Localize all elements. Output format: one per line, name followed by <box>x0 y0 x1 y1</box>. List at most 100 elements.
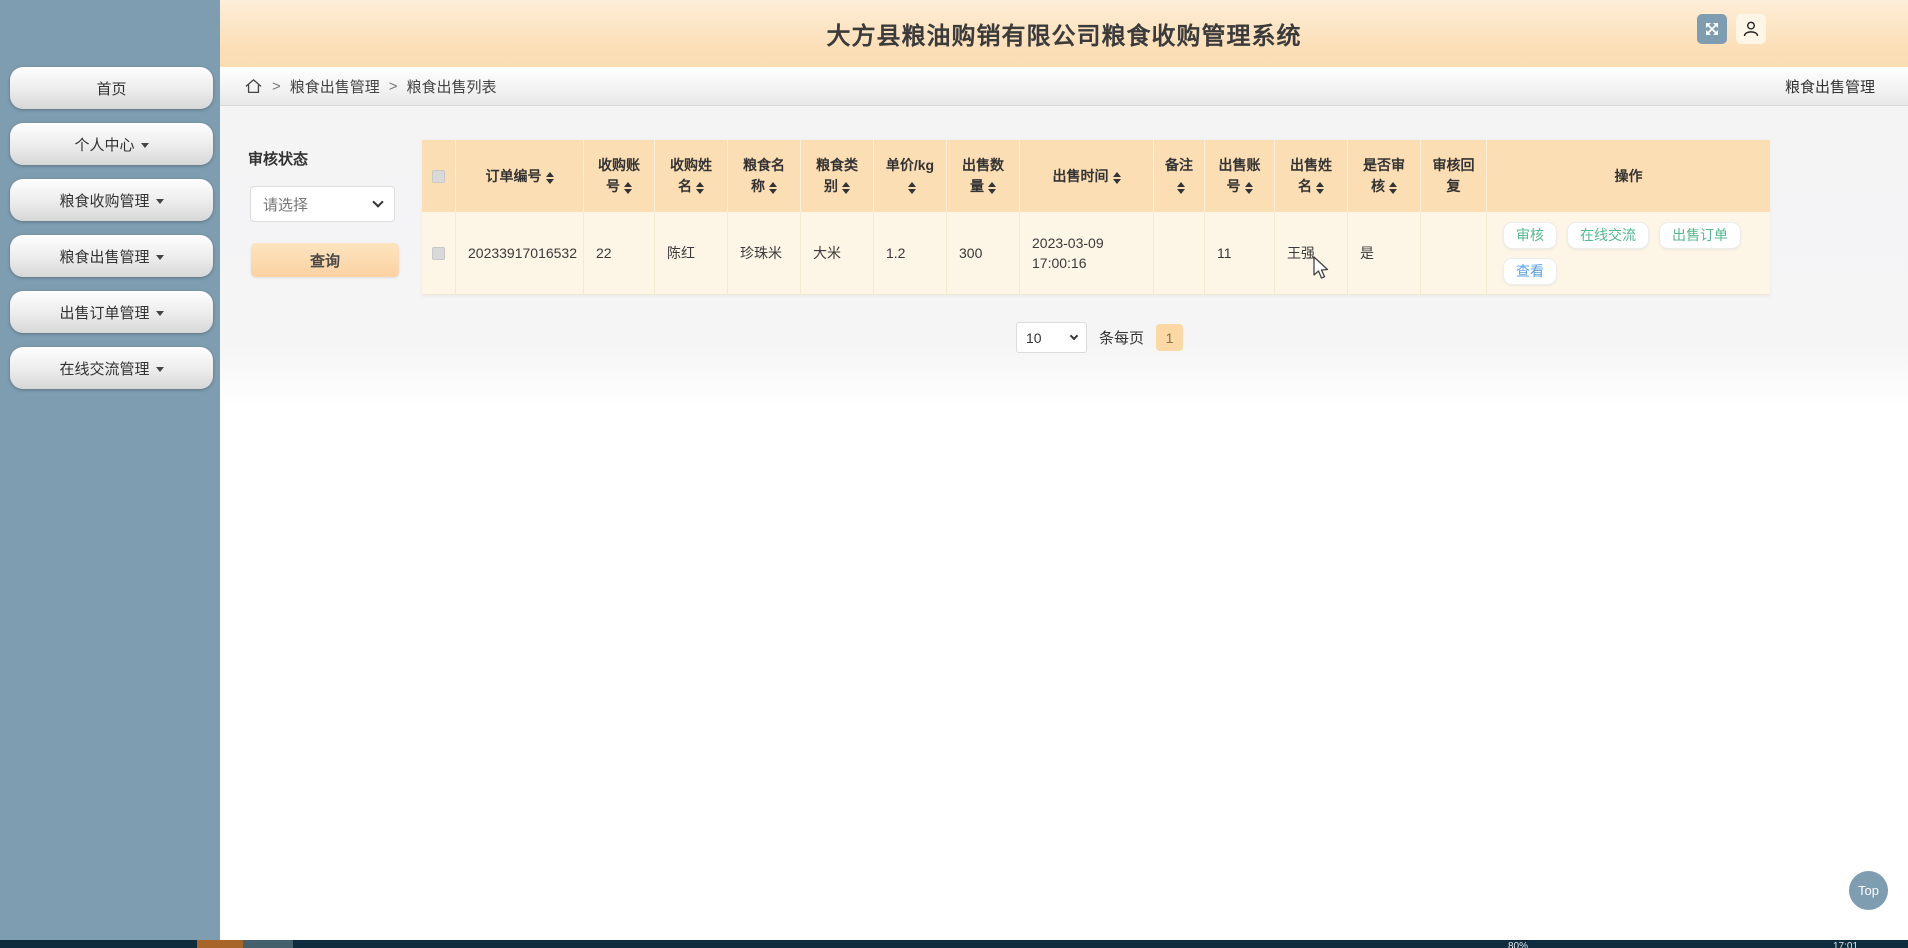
col-header-audited[interactable]: 是否审核 <box>1348 140 1421 212</box>
page-title: 大方县粮油购销有限公司粮食收购管理系统 <box>826 23 1302 50</box>
col-header-grain-type[interactable]: 粮食类别 <box>801 140 874 212</box>
page-button-1[interactable]: 1 <box>1156 324 1184 351</box>
select-all-cell <box>422 140 456 212</box>
cell-quantity: 300 <box>947 212 1020 294</box>
sidebar-item-label: 在线交流管理 <box>59 360 150 378</box>
cell-grain-name: 珍珠米 <box>728 212 801 294</box>
back-to-top-button[interactable]: Top <box>1849 871 1888 910</box>
sidebar-item-label: 个人中心 <box>74 136 135 154</box>
col-header-buy-name[interactable]: 收购姓名 <box>655 140 728 212</box>
select-all-checkbox[interactable] <box>432 169 445 183</box>
fullscreen-button[interactable] <box>1697 14 1727 44</box>
taskbar-clock: 17:01 <box>1833 941 1859 948</box>
taskbar-app-active[interactable] <box>197 940 243 948</box>
sidebar-item-label: 粮食收购管理 <box>59 192 150 210</box>
cell-sell-name: 王强 <box>1275 212 1348 294</box>
per-page-label: 条每页 <box>1099 330 1145 347</box>
sidebar-item-grain-purchase-mgmt[interactable]: 粮食收购管理 <box>10 179 213 221</box>
breadcrumb-separator: > <box>272 77 281 95</box>
table-row: 20233917016532 22 陈红 珍珠米 大米 1.2 300 2023… <box>422 212 1770 295</box>
online-chat-button[interactable]: 在线交流 <box>1567 221 1649 249</box>
audit-status-select-value: 请选择 <box>263 196 309 214</box>
person-icon <box>1743 21 1759 37</box>
col-header-sell-time[interactable]: 出售时间 <box>1020 140 1154 212</box>
sort-icon[interactable] <box>1389 182 1397 194</box>
chevron-down-icon <box>372 196 384 208</box>
caret-down-icon <box>140 142 149 148</box>
fullscreen-expand-icon <box>1706 23 1718 35</box>
sidebar: 首页 个人中心 粮食收购管理 粮食出售管理 出售订单管理 在线交流管理 <box>0 0 220 940</box>
cell-actions: 审核 在线交流 出售订单 查看 <box>1487 212 1770 294</box>
home-icon[interactable] <box>244 77 263 96</box>
cell-buy-name: 陈红 <box>655 212 728 294</box>
cell-sell-time: 2023-03-09 17:00:16 <box>1020 212 1154 294</box>
cell-unit-price: 1.2 <box>874 212 947 294</box>
col-header-sell-account[interactable]: 出售账号 <box>1205 140 1275 212</box>
breadcrumb: > 粮食出售管理 > 粮食出售列表 粮食出售管理 <box>220 67 1908 106</box>
row-checkbox[interactable] <box>432 246 445 260</box>
sort-icon[interactable] <box>769 182 777 194</box>
cell-audited: 是 <box>1348 212 1421 294</box>
col-header-sell-name[interactable]: 出售姓名 <box>1275 140 1348 212</box>
sidebar-item-grain-sale-mgmt[interactable]: 粮食出售管理 <box>10 235 213 277</box>
sort-icon[interactable] <box>842 182 850 194</box>
col-header-quantity[interactable]: 出售数量 <box>947 140 1020 212</box>
sort-icon[interactable] <box>988 182 996 194</box>
caret-down-icon <box>155 254 164 260</box>
page-size-select[interactable]: 10 <box>1016 322 1087 353</box>
cell-grain-type: 大米 <box>801 212 874 294</box>
search-button[interactable]: 查询 <box>251 243 399 277</box>
view-button[interactable]: 查看 <box>1503 257 1557 285</box>
row-select-cell <box>422 212 456 294</box>
taskbar: 80% 17:01 <box>0 940 1908 948</box>
sidebar-item-sale-order-mgmt[interactable]: 出售订单管理 <box>10 291 213 333</box>
cell-remark <box>1154 212 1205 294</box>
sidebar-item-online-chat-mgmt[interactable]: 在线交流管理 <box>10 347 213 389</box>
audit-status-label: 审核状态 <box>248 151 309 168</box>
audit-button[interactable]: 审核 <box>1503 221 1557 249</box>
breadcrumb-grain-sale-list[interactable]: 粮食出售列表 <box>407 76 497 97</box>
grain-sale-table: 订单编号 收购账号 收购姓名 粮食名称 粮食类别 单价/kg 出售数量 出售时间… <box>422 140 1770 295</box>
sort-icon[interactable] <box>696 182 704 194</box>
sort-icon[interactable] <box>1177 182 1185 194</box>
main-content: 审核状态 请选择 查询 订单编号 收购账号 收购姓名 粮食名称 粮食类别 单价/… <box>220 106 1908 940</box>
table-header-row: 订单编号 收购账号 收购姓名 粮食名称 粮食类别 单价/kg 出售数量 出售时间… <box>422 140 1770 212</box>
col-header-audit-reply: 审核回复 <box>1421 140 1487 212</box>
sidebar-item-label: 首页 <box>96 80 127 98</box>
pagination: 10 条每页 1 <box>1016 322 1184 353</box>
chevron-down-icon <box>1069 331 1079 340</box>
sale-order-button[interactable]: 出售订单 <box>1659 221 1741 249</box>
audit-status-select[interactable]: 请选择 <box>250 186 395 222</box>
cell-order-no: 20233917016532 <box>456 212 584 294</box>
search-button-label: 查询 <box>309 252 340 270</box>
cell-buy-account: 22 <box>584 212 655 294</box>
sidebar-item-label: 粮食出售管理 <box>59 248 150 266</box>
cell-audit-reply <box>1421 212 1487 294</box>
col-header-unit-price[interactable]: 单价/kg <box>874 140 947 212</box>
sort-icon[interactable] <box>1244 182 1253 194</box>
sidebar-item-home[interactable]: 首页 <box>10 67 213 109</box>
sort-icon[interactable] <box>1112 171 1121 184</box>
sort-icon[interactable] <box>545 171 554 184</box>
caret-down-icon <box>155 198 164 204</box>
col-header-actions: 操作 <box>1614 167 1643 184</box>
app-header: 大方县粮油购销有限公司粮食收购管理系统 <box>220 0 1908 67</box>
sidebar-item-personal-center[interactable]: 个人中心 <box>10 123 213 165</box>
col-header-order-no[interactable]: 订单编号 <box>456 140 584 212</box>
breadcrumb-separator: > <box>388 77 398 95</box>
breadcrumb-right-label: 粮食出售管理 <box>1784 78 1875 96</box>
col-header-buy-account[interactable]: 收购账号 <box>584 140 655 212</box>
sort-icon[interactable] <box>1316 182 1324 194</box>
page-size-value: 10 <box>1026 329 1042 346</box>
col-header-remark[interactable]: 备注 <box>1154 140 1205 212</box>
col-header-grain-name[interactable]: 粮食名称 <box>728 140 801 212</box>
taskbar-app[interactable] <box>243 940 293 948</box>
caret-down-icon <box>155 310 164 316</box>
cell-sell-account: 11 <box>1205 212 1275 294</box>
sort-icon[interactable] <box>908 182 916 194</box>
breadcrumb-grain-sale-mgmt[interactable]: 粮食出售管理 <box>290 76 380 97</box>
user-button[interactable] <box>1736 14 1766 44</box>
sidebar-item-label: 出售订单管理 <box>59 304 150 322</box>
sort-icon[interactable] <box>624 182 632 194</box>
caret-down-icon <box>155 366 164 372</box>
